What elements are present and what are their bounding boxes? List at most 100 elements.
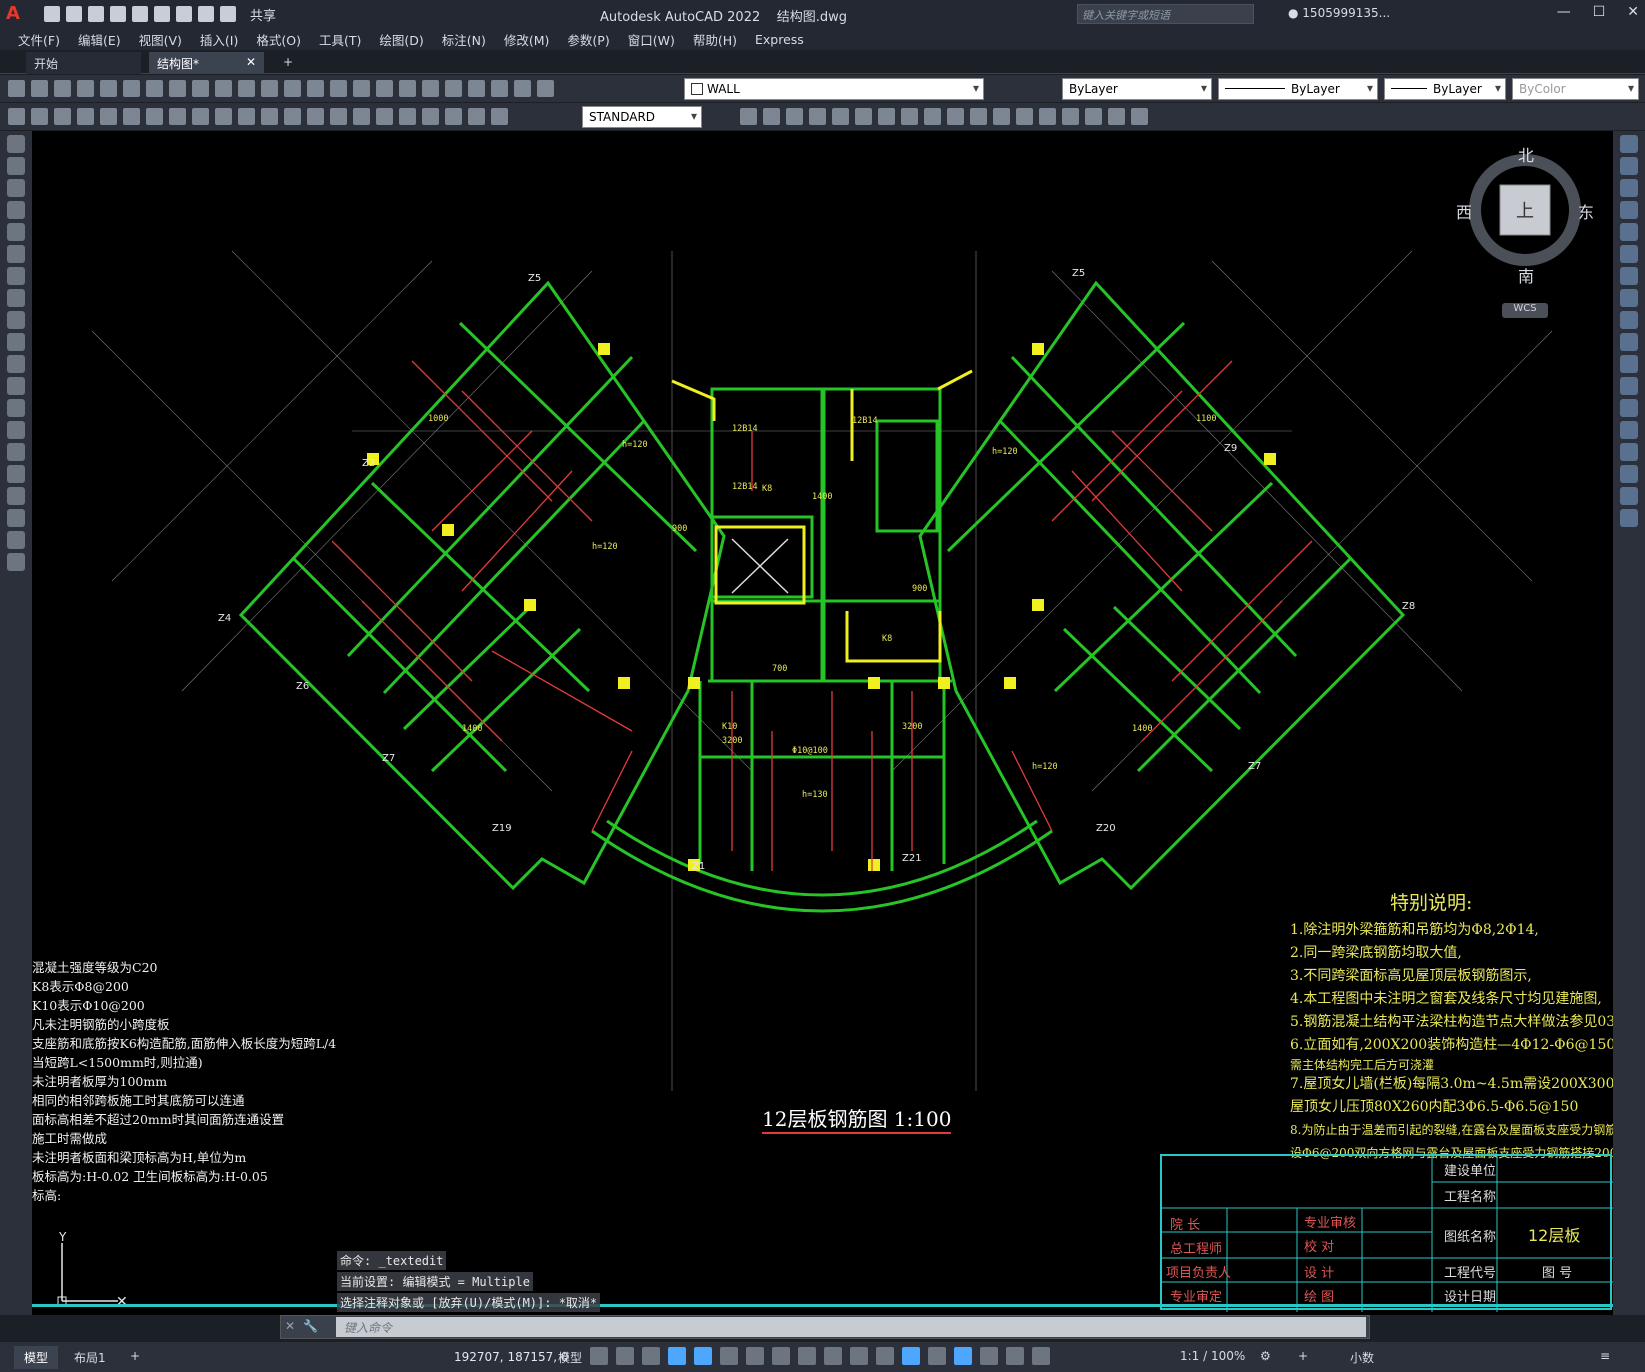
undo-tool-icon[interactable] — [238, 80, 255, 97]
menu-parametric[interactable]: 参数(P) — [567, 30, 609, 49]
pan-icon[interactable] — [284, 80, 301, 97]
linetype-dropdown[interactable]: ByLayer — [1218, 78, 1378, 100]
ordinate-dim-icon[interactable] — [146, 108, 163, 125]
print-icon[interactable] — [77, 80, 94, 97]
object-snap-icon[interactable] — [798, 1347, 816, 1365]
ellipse-icon[interactable] — [7, 333, 25, 351]
close-cmd-icon[interactable]: ✕ — [285, 1319, 295, 1333]
sheet-set-icon[interactable] — [445, 80, 462, 97]
line-icon[interactable] — [7, 135, 25, 153]
redo-tool-icon[interactable] — [261, 80, 278, 97]
redo-icon[interactable] — [220, 6, 236, 22]
offset-icon[interactable] — [993, 108, 1010, 125]
menu-file[interactable]: 文件(F) — [18, 30, 60, 49]
text-style-dropdown[interactable]: STANDARD — [582, 106, 702, 128]
menu-draw[interactable]: 绘图(D) — [379, 30, 423, 49]
menu-help[interactable]: 帮助(H) — [693, 30, 737, 49]
user-account[interactable]: ● 1505999135... — [1288, 6, 1390, 20]
command-input[interactable]: 键入命令 — [336, 1317, 1366, 1337]
diameter-dim-icon[interactable] — [215, 108, 232, 125]
chamfer-icon[interactable] — [947, 108, 964, 125]
open-web-icon[interactable] — [132, 6, 148, 22]
zoom-realtime-icon[interactable] — [307, 80, 324, 97]
aligned-dim-icon[interactable] — [100, 108, 117, 125]
tool-palettes-icon[interactable] — [422, 80, 439, 97]
construction-line-icon[interactable] — [7, 157, 25, 175]
rectangle-icon[interactable] — [7, 223, 25, 241]
object-snap-tracking-icon[interactable] — [772, 1347, 790, 1365]
menu-insert[interactable]: 插入(I) — [200, 30, 238, 49]
stretch-icon[interactable] — [786, 108, 803, 125]
menu-window[interactable]: 窗口(W) — [628, 30, 675, 49]
3d-osnap-icon[interactable] — [902, 1347, 920, 1365]
units-display[interactable]: 小数 — [1350, 1349, 1374, 1366]
layer-state-icon[interactable] — [8, 108, 25, 125]
copy-r-icon[interactable] — [1620, 157, 1638, 175]
zoom-window-icon[interactable] — [330, 80, 347, 97]
autocad-logo-icon[interactable]: A — [6, 4, 26, 24]
paste-icon[interactable] — [192, 80, 209, 97]
tab-layout1[interactable]: 布局1 — [64, 1346, 116, 1369]
menu-modify[interactable]: 修改(M) — [504, 30, 550, 49]
dim-update-icon[interactable] — [491, 108, 508, 125]
keyword-search-input[interactable]: 键入关键字或短语 — [1077, 4, 1254, 24]
circle-icon[interactable] — [7, 267, 25, 285]
menu-tools[interactable]: 工具(T) — [319, 30, 361, 49]
save-as-icon[interactable] — [110, 6, 126, 22]
ortho-icon[interactable] — [694, 1347, 712, 1365]
annotation-scale[interactable]: 1:1 / 100% — [1180, 1349, 1245, 1363]
break-point-icon[interactable] — [1620, 377, 1638, 395]
add-selected-icon[interactable] — [7, 553, 25, 571]
viewcube[interactable]: 北 南 东 西 上 — [1456, 142, 1594, 286]
join-r-icon[interactable] — [1620, 421, 1638, 439]
explode-icon[interactable] — [1016, 108, 1033, 125]
point-icon[interactable] — [7, 421, 25, 439]
table-icon[interactable] — [7, 509, 25, 527]
lineweight-dropdown[interactable]: ByLayer — [1384, 78, 1506, 100]
array-icon[interactable] — [970, 108, 987, 125]
model-space-toggle[interactable]: 模型 — [558, 1349, 582, 1366]
extend-r-icon[interactable] — [1620, 355, 1638, 373]
chamfer-r-icon[interactable] — [1620, 443, 1638, 461]
dynamic-ucs-icon[interactable] — [928, 1347, 946, 1365]
selection-cycling-icon[interactable] — [876, 1347, 894, 1365]
help-icon[interactable] — [514, 80, 531, 97]
polyline-icon[interactable] — [7, 179, 25, 197]
space-dim-icon[interactable] — [330, 108, 347, 125]
compass-north[interactable]: 北 — [1518, 142, 1534, 166]
preview-icon[interactable] — [100, 80, 117, 97]
erase-icon[interactable] — [1085, 108, 1102, 125]
spline-icon[interactable] — [7, 311, 25, 329]
dim-text-edit-icon[interactable] — [468, 108, 485, 125]
rotate-r-icon[interactable] — [1620, 267, 1638, 285]
tab-drawing[interactable]: 结构图* ✕ — [149, 52, 264, 74]
move-icon[interactable] — [740, 108, 757, 125]
break-icon[interactable] — [1062, 108, 1079, 125]
offset-r-icon[interactable] — [1620, 201, 1638, 219]
menu-express[interactable]: Express — [755, 32, 804, 47]
tab-model[interactable]: 模型 — [14, 1346, 59, 1369]
match-icon[interactable] — [215, 80, 232, 97]
design-center-icon[interactable] — [399, 80, 416, 97]
plot-icon[interactable] — [176, 6, 192, 22]
revcloud-icon[interactable] — [7, 289, 25, 307]
publish-icon[interactable] — [123, 80, 140, 97]
menu-view[interactable]: 视图(V) — [139, 30, 182, 49]
layer-dropdown[interactable]: WALL — [684, 78, 984, 100]
baseline-dim-icon[interactable] — [284, 108, 301, 125]
undo-icon[interactable] — [198, 6, 214, 22]
layer-properties-icon[interactable] — [537, 80, 554, 97]
properties-icon[interactable] — [376, 80, 393, 97]
save-web-icon[interactable] — [154, 6, 170, 22]
layer-iso-icon[interactable] — [54, 108, 71, 125]
isodraft-icon[interactable] — [746, 1347, 764, 1365]
center-mark-icon[interactable] — [399, 108, 416, 125]
customize-cmd-icon[interactable]: 🔧 — [303, 1319, 318, 1333]
dim-edit-icon[interactable] — [445, 108, 462, 125]
lineweight-icon[interactable] — [824, 1347, 842, 1365]
new-file-icon[interactable] — [44, 6, 60, 22]
maximize-icon[interactable]: ☐ — [1593, 4, 1606, 20]
open-file-icon[interactable] — [66, 6, 82, 22]
new-icon[interactable] — [8, 80, 25, 97]
annotation-visibility-icon[interactable] — [1006, 1347, 1024, 1365]
